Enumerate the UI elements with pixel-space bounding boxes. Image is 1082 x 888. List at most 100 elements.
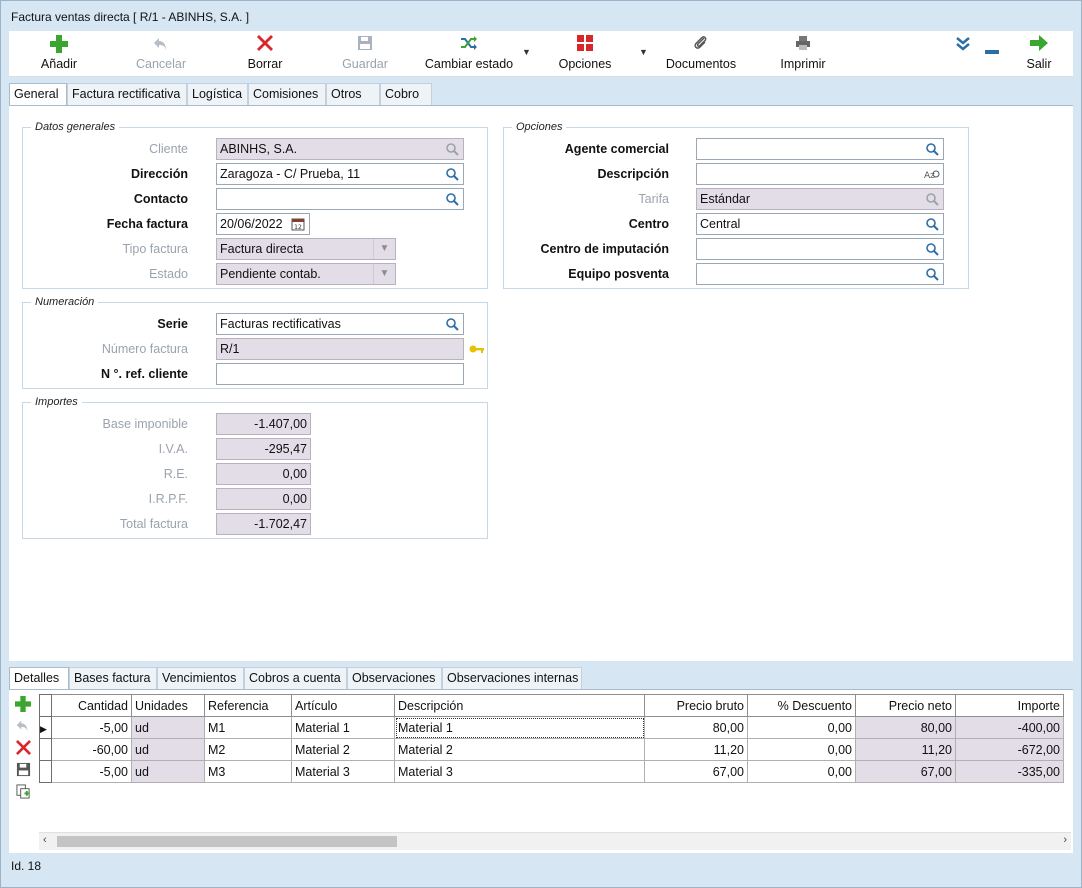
tab-bases-factura[interactable]: Bases factura [69, 667, 157, 689]
table-cell[interactable]: Material 2 [291, 738, 395, 761]
save-button[interactable]: Guardar [339, 35, 391, 75]
table-cell[interactable]: 0,00 [747, 738, 856, 761]
serie-field[interactable]: Facturas rectificativas [216, 313, 464, 335]
delete-button[interactable]: Borrar [243, 35, 287, 75]
tab-factura-rectificativa[interactable]: Factura rectificativa [67, 83, 187, 105]
documents-button[interactable]: Documentos [663, 35, 739, 75]
chevron-down-icon[interactable]: ▼ [373, 239, 395, 259]
undo-line-icon[interactable] [13, 718, 33, 740]
table-cell[interactable]: 11,20 [644, 738, 748, 761]
table-cell[interactable]: Material 1 [394, 716, 645, 739]
table-cell[interactable]: 11,20 [855, 738, 956, 761]
tab-comisiones[interactable]: Comisiones [248, 83, 326, 105]
table-cell[interactable]: ud [131, 716, 205, 739]
table-cell[interactable]: Material 3 [291, 760, 395, 783]
save-line-icon[interactable] [13, 762, 33, 784]
table-cell[interactable]: 67,00 [855, 760, 956, 783]
table-cell[interactable]: ud [131, 760, 205, 783]
change-state-button[interactable]: Cambiar estado [423, 35, 515, 75]
tab-cobro[interactable]: Cobro [380, 83, 432, 105]
table-cell[interactable]: M3 [204, 760, 292, 783]
search-icon[interactable] [441, 314, 463, 334]
key-icon[interactable] [469, 343, 485, 357]
options-dropdown-icon[interactable]: ▼ [639, 47, 648, 57]
collapse-chevrons-icon[interactable] [955, 37, 971, 54]
copy-line-icon[interactable] [13, 784, 33, 806]
table-cell[interactable]: -672,00 [955, 738, 1064, 761]
table-cell[interactable]: ud [131, 738, 205, 761]
table-cell[interactable]: 80,00 [644, 716, 748, 739]
row-selector[interactable]: ▶ [39, 716, 52, 739]
search-icon[interactable] [921, 239, 943, 259]
table-cell[interactable]: -335,00 [955, 760, 1064, 783]
spellcheck-icon[interactable]: AZ [921, 164, 943, 184]
tipo-factura-select[interactable]: Factura directa ▼ [216, 238, 396, 260]
centro-field[interactable]: Central [696, 213, 944, 235]
table-row[interactable]: ▶ -5,00 ud M1 Material 1 Material 1 80,0… [39, 716, 1064, 739]
column-header[interactable]: Unidades [131, 694, 205, 717]
search-icon[interactable] [921, 264, 943, 284]
cliente-field[interactable]: ABINHS, S.A. [216, 138, 464, 160]
column-header[interactable]: Artículo [291, 694, 395, 717]
exit-button[interactable]: Salir [1021, 35, 1057, 75]
search-icon[interactable] [921, 214, 943, 234]
search-icon[interactable] [441, 164, 463, 184]
table-cell[interactable]: M1 [204, 716, 292, 739]
table-row[interactable]: -60,00 ud M2 Material 2 Material 2 11,20… [39, 738, 1064, 761]
row-selector[interactable] [39, 760, 52, 783]
tab-general[interactable]: General [9, 83, 67, 106]
direccion-field[interactable]: Zaragoza - C/ Prueba, 11 [216, 163, 464, 185]
scrollbar-thumb[interactable] [57, 836, 397, 847]
column-header[interactable]: Cantidad [51, 694, 132, 717]
table-row[interactable]: -5,00 ud M3 Material 3 Material 3 67,00 … [39, 760, 1064, 783]
column-header[interactable]: Referencia [204, 694, 292, 717]
options-button[interactable]: Opciones [555, 35, 615, 75]
add-line-icon[interactable] [13, 696, 33, 718]
tab-logistica[interactable]: Logística [187, 83, 248, 105]
table-cell[interactable]: Material 1 [291, 716, 395, 739]
table-cell[interactable]: -400,00 [955, 716, 1064, 739]
column-header[interactable]: Precio neto [855, 694, 956, 717]
search-icon[interactable] [441, 139, 463, 159]
agente-comercial-field[interactable] [696, 138, 944, 160]
tab-cobros-a-cuenta[interactable]: Cobros a cuenta [244, 667, 347, 689]
tab-vencimientos[interactable]: Vencimientos [157, 667, 244, 689]
fecha-factura-field[interactable]: 20/06/2022 12 [216, 213, 310, 235]
search-icon[interactable] [921, 189, 943, 209]
change-state-dropdown-icon[interactable]: ▼ [522, 47, 531, 57]
calendar-icon[interactable]: 12 [287, 214, 309, 234]
horizontal-scrollbar[interactable]: ‹ › [39, 832, 1071, 850]
equipo-posventa-field[interactable] [696, 263, 944, 285]
tarifa-field[interactable]: Estándar [696, 188, 944, 210]
estado-select[interactable]: Pendiente contab. ▼ [216, 263, 396, 285]
print-button[interactable]: Imprimir [775, 35, 831, 75]
tab-observaciones-internas[interactable]: Observaciones internas [442, 667, 582, 689]
column-header[interactable]: Descripción [394, 694, 645, 717]
centro-imputacion-field[interactable] [696, 238, 944, 260]
table-cell[interactable]: -5,00 [51, 716, 132, 739]
search-icon[interactable] [441, 189, 463, 209]
tab-detalles[interactable]: Detalles [9, 667, 69, 690]
table-cell[interactable]: 67,00 [644, 760, 748, 783]
table-cell[interactable]: Material 3 [394, 760, 645, 783]
table-cell[interactable]: Material 2 [394, 738, 645, 761]
table-cell[interactable]: 80,00 [855, 716, 956, 739]
tab-otros[interactable]: Otros [326, 83, 380, 105]
column-header[interactable]: Importe [955, 694, 1064, 717]
row-selector[interactable] [39, 738, 52, 761]
column-header[interactable]: % Descuento [747, 694, 856, 717]
table-cell[interactable]: -5,00 [51, 760, 132, 783]
table-cell[interactable]: -60,00 [51, 738, 132, 761]
search-icon[interactable] [921, 139, 943, 159]
descripcion-field[interactable]: AZ [696, 163, 944, 185]
add-button[interactable]: Añadir [37, 35, 81, 75]
column-header[interactable]: Precio bruto [644, 694, 748, 717]
table-cell[interactable]: 0,00 [747, 716, 856, 739]
scroll-right-icon[interactable]: › [1063, 834, 1067, 846]
tab-observaciones[interactable]: Observaciones [347, 667, 442, 689]
cancel-button[interactable]: Cancelar [135, 35, 187, 75]
scroll-left-icon[interactable]: ‹ [43, 834, 47, 846]
contacto-field[interactable] [216, 188, 464, 210]
table-cell[interactable]: M2 [204, 738, 292, 761]
chevron-down-icon[interactable]: ▼ [373, 264, 395, 284]
